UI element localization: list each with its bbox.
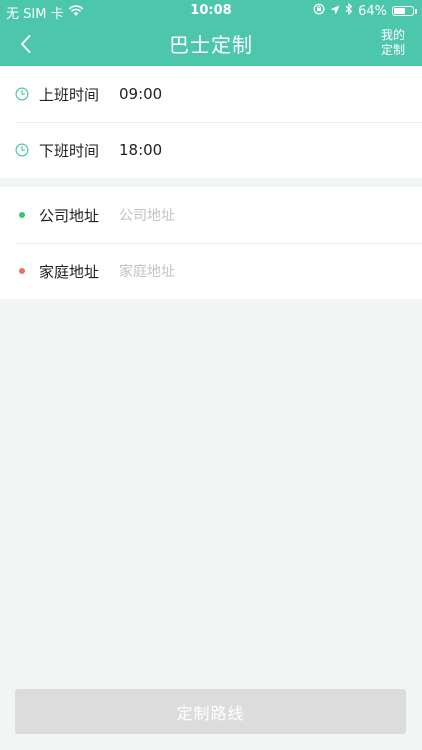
home-address-field[interactable]: 家庭地址	[119, 261, 175, 281]
time-section: 上班时间 09:00 下班时间 18:00	[0, 66, 422, 178]
company-address-row[interactable]: 公司地址 公司地址	[0, 187, 422, 243]
nav-bar: 巴士定制 我的 定制	[0, 22, 422, 66]
page-title: 巴士定制	[169, 33, 253, 57]
work-start-time-value: 09:00	[119, 85, 163, 103]
clock-icon	[14, 143, 30, 157]
my-custom-button[interactable]: 我的 定制	[378, 28, 408, 58]
battery-percent: 64%	[358, 3, 387, 19]
bluetooth-icon	[345, 2, 353, 19]
company-address-field[interactable]: 公司地址	[119, 205, 175, 225]
work-start-time-label: 上班时间	[39, 85, 100, 104]
clock-icon	[14, 87, 30, 101]
my-custom-label-line2: 定制	[380, 43, 405, 57]
red-dot-icon	[14, 268, 30, 274]
work-end-time-value: 18:00	[119, 141, 163, 159]
work-end-time-row[interactable]: 下班时间 18:00	[0, 122, 422, 178]
battery-icon	[392, 6, 417, 16]
work-start-time-row[interactable]: 上班时间 09:00	[0, 66, 422, 122]
status-bar: 无 SIM 卡 10:08 64%	[0, 0, 422, 22]
address-section: 公司地址 公司地址 家庭地址 家庭地址	[0, 187, 422, 299]
customize-route-button[interactable]: 定制路线	[15, 689, 406, 734]
work-end-time-label: 下班时间	[39, 141, 100, 160]
home-address-row[interactable]: 家庭地址 家庭地址	[0, 243, 422, 299]
status-bar-right: 64%	[313, 2, 417, 19]
green-dot-icon	[14, 212, 30, 218]
home-address-label: 家庭地址	[39, 262, 100, 281]
company-address-label: 公司地址	[39, 206, 100, 225]
battery-level-fill	[394, 8, 406, 14]
app-header: 无 SIM 卡 10:08 64% 巴士定制 我的 定制	[0, 0, 422, 66]
my-custom-label-line1: 我的	[380, 28, 405, 42]
lock-rotation-icon	[313, 3, 325, 19]
location-arrow-icon	[330, 4, 340, 19]
